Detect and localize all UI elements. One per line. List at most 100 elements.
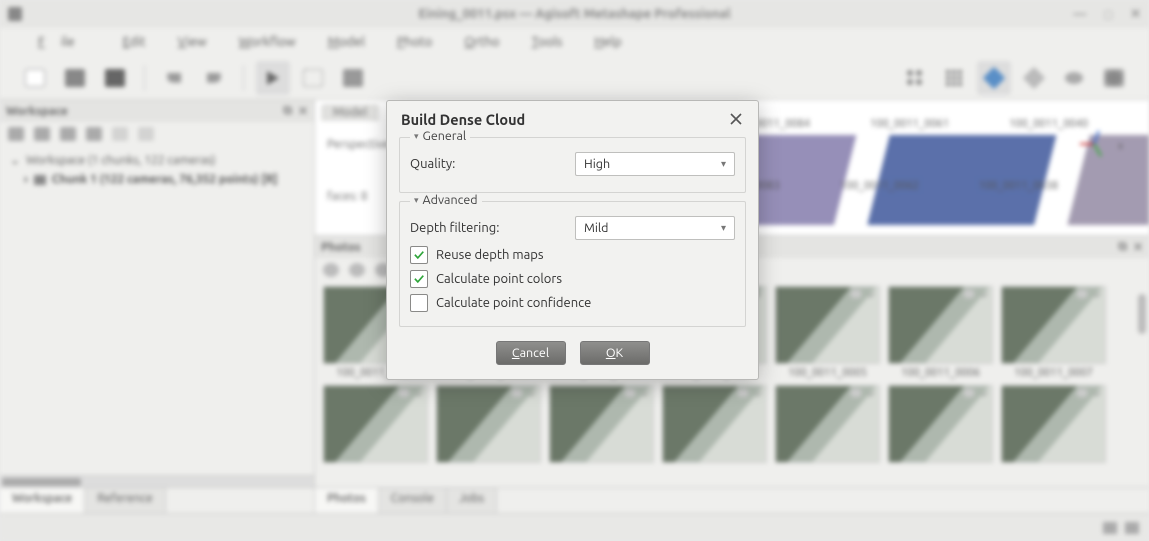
workspace-bottom-tabs: Workspace Reference (0, 487, 314, 513)
minimize-icon[interactable]: — (1073, 7, 1086, 22)
calc-confidence-checkbox[interactable] (410, 294, 428, 312)
thumb-label: 100_0011_0007 (1001, 367, 1106, 379)
group-general-label: General (410, 129, 470, 143)
build-dense-cloud-dialog: Build Dense Cloud General Quality: High … (386, 100, 759, 380)
tree-chunk[interactable]: › Chunk 1 (122 cameras, 76,352 points) [… (10, 170, 304, 189)
axis-gizmo: x (1079, 130, 1109, 160)
ph-tool-1[interactable] (323, 263, 339, 277)
save-button[interactable] (98, 61, 132, 95)
open-button[interactable] (58, 61, 92, 95)
reuse-depth-maps-label: Reuse depth maps (436, 248, 544, 262)
menu-workflow[interactable]: Workflow (223, 31, 312, 53)
tab-jobs[interactable]: Jobs (447, 488, 497, 513)
new-doc-button[interactable] (18, 61, 52, 95)
texture-button[interactable] (1097, 61, 1131, 95)
menu-view[interactable]: View (162, 31, 223, 53)
thumb-image (549, 385, 654, 463)
menu-edit[interactable]: Edit (107, 31, 162, 53)
photos-scrollbar[interactable] (1137, 286, 1147, 483)
redo-button[interactable] (197, 61, 231, 95)
undo-button[interactable] (157, 61, 191, 95)
status-icon-1 (1103, 522, 1117, 534)
dialog-title: Build Dense Cloud (401, 111, 525, 128)
faces-label: faces: 8 (327, 190, 368, 203)
tree-root[interactable]: ⌄ Workspace (1 chunks, 122 cameras) (10, 150, 304, 170)
photo-thumbnail[interactable] (549, 385, 654, 463)
close-panel-icon[interactable]: ✕ (1133, 240, 1143, 254)
tree-expand-icon: › (24, 173, 28, 186)
ok-button[interactable]: OK (580, 341, 650, 365)
ws-tool-1[interactable] (8, 127, 24, 141)
calc-colors-checkbox[interactable] (410, 270, 428, 288)
menubar: File Edit View Workflow Model Photo Orth… (0, 28, 1149, 56)
status-icon-2 (1125, 522, 1139, 534)
close-icon (730, 113, 742, 125)
tool-button-1[interactable] (336, 61, 370, 95)
workspace-scrollbar[interactable] (0, 475, 314, 487)
grid-4-button[interactable] (897, 61, 931, 95)
shaded-button[interactable] (977, 61, 1011, 95)
tab-model[interactable]: Model (321, 104, 379, 121)
depth-filtering-label: Depth filtering: (410, 221, 499, 235)
reuse-depth-maps-checkbox[interactable] (410, 246, 428, 264)
solid-button[interactable] (1017, 61, 1051, 95)
thumb-image (888, 385, 993, 463)
thumb-image (436, 385, 541, 463)
ws-tool-3[interactable] (60, 127, 76, 141)
navigate-button[interactable] (256, 61, 290, 95)
mesh-button[interactable] (1057, 61, 1091, 95)
workspace-panel: Workspace ⧉ ✕ ⌄ Workspace (1 chunks, 122 … (0, 100, 315, 513)
ph-tool-2[interactable] (349, 263, 365, 277)
thumb-image (323, 385, 428, 463)
cam-label: 100_0011_0038 (979, 180, 1058, 192)
photo-thumbnail[interactable] (888, 385, 993, 463)
workspace-tree: ⌄ Workspace (1 chunks, 122 cameras) › Ch… (0, 146, 314, 193)
photos-bottom-tabs: Photos Console Jobs (315, 487, 1149, 513)
tab-reference[interactable]: Reference (85, 488, 165, 513)
menu-tools[interactable]: Tools (516, 31, 579, 53)
calc-colors-row[interactable]: Calculate point colors (410, 270, 735, 288)
photo-thumbnail[interactable] (775, 385, 880, 463)
cancel-button[interactable]: Cancel (496, 341, 566, 365)
window-controls: — □ ✕ (1073, 7, 1141, 22)
menu-model[interactable]: Model (312, 31, 381, 53)
tab-photos[interactable]: Photos (315, 488, 379, 513)
ws-tool-6[interactable] (138, 127, 154, 141)
photo-thumbnail[interactable]: 100_0011_0007 (1001, 286, 1106, 379)
close-panel-icon[interactable]: ✕ (298, 104, 308, 118)
grid-9-button[interactable] (937, 61, 971, 95)
menu-photo[interactable]: Photo (381, 31, 449, 53)
ws-tool-4[interactable] (86, 127, 102, 141)
ws-tool-5[interactable] (112, 127, 128, 141)
tab-workspace[interactable]: Workspace (0, 488, 85, 513)
tab-console[interactable]: Console (379, 488, 447, 513)
calc-confidence-row[interactable]: Calculate point confidence (410, 294, 735, 312)
photo-thumbnail[interactable] (323, 385, 428, 463)
photo-thumbnail[interactable]: 100_0011_0005 (775, 286, 880, 379)
maximize-icon[interactable]: □ (1104, 7, 1112, 22)
detach-icon[interactable]: ⧉ (283, 104, 292, 118)
chunk-icon (34, 175, 46, 185)
menu-ortho[interactable]: Ortho (448, 31, 515, 53)
rect-select-button[interactable] (296, 61, 330, 95)
photo-thumbnail[interactable] (436, 385, 541, 463)
reuse-depth-maps-row[interactable]: Reuse depth maps (410, 246, 735, 264)
menu-help[interactable]: Help (578, 31, 637, 53)
depth-filtering-select[interactable]: Mild (575, 216, 735, 240)
quality-select[interactable]: High (575, 152, 735, 176)
thumb-image (888, 286, 993, 364)
projection-label: Perspective (327, 138, 390, 151)
close-window-icon[interactable]: ✕ (1130, 7, 1141, 22)
dialog-close-button[interactable] (728, 111, 744, 127)
titlebar: Eining_0011.psx — Agisoft Metashape Prof… (0, 0, 1149, 28)
ws-tool-2[interactable] (34, 127, 50, 141)
photo-thumbnail[interactable] (662, 385, 767, 463)
thumb-image (662, 385, 767, 463)
menu-file[interactable]: File (22, 31, 107, 53)
main-toolbar (0, 56, 1149, 100)
detach-icon[interactable]: ⧉ (1118, 240, 1127, 254)
photo-thumbnail[interactable]: 100_0011_0006 (888, 286, 993, 379)
photos-title: Photos (321, 241, 361, 254)
depth-filtering-value: Mild (584, 221, 609, 235)
photo-thumbnail[interactable] (1001, 385, 1106, 463)
